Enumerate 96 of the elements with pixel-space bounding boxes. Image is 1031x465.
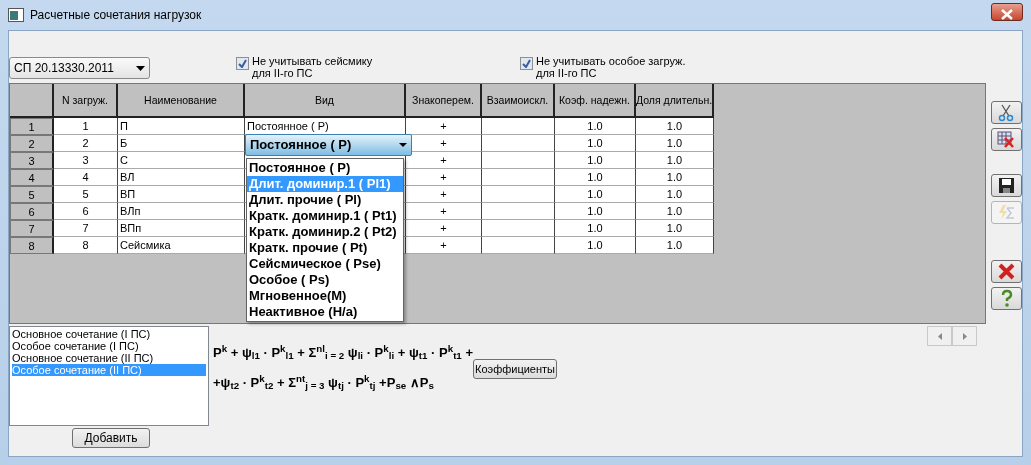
table-cell: 1.0 bbox=[555, 237, 636, 254]
dropdown-option[interactable]: Постоянное ( P) bbox=[247, 160, 403, 176]
column-header: Наименование bbox=[118, 84, 245, 118]
floppy-disk-button[interactable] bbox=[991, 174, 1022, 197]
dropdown-option[interactable]: Длит. прочие ( Pl) bbox=[247, 192, 403, 208]
window-title: Расчетные сочетания нагрузок bbox=[30, 7, 202, 24]
dropdown-option[interactable]: Особое ( Ps) bbox=[247, 272, 403, 288]
table-cell: 2 bbox=[54, 135, 118, 152]
list-item[interactable]: Основное сочетание (II ПС) bbox=[12, 352, 206, 364]
row-header[interactable]: 5 bbox=[10, 186, 54, 203]
left-arrow-icon bbox=[937, 332, 942, 340]
column-header: Доля длительн. bbox=[636, 84, 714, 118]
table-cell: 1 bbox=[54, 118, 118, 135]
checkbox[interactable] bbox=[520, 57, 533, 70]
table-cell: 1.0 bbox=[636, 237, 714, 254]
table-cell: С bbox=[118, 152, 245, 169]
table-cell: 4 bbox=[54, 169, 118, 186]
table-cell: 1.0 bbox=[555, 135, 636, 152]
window-icon bbox=[8, 8, 24, 22]
table-cell: Сейсмика bbox=[118, 237, 245, 254]
table-cell: ВЛп bbox=[118, 203, 245, 220]
formula-line: P$^{k}$ + ψ$_{l1}$ · P$^{k}$$_{l1}$ + Σ$^{nl}$$_{i = 2}$ ψ$_{li}$ · P$^{k}$$_{li}$ + ψ$_{t1}$ · P$^{k}$$_{t1}$ + bbox=[213, 342, 473, 364]
row-header[interactable]: 4 bbox=[10, 169, 54, 186]
dropdown-option[interactable]: Неактивное (Н/а) bbox=[247, 304, 403, 320]
close-button[interactable] bbox=[991, 260, 1022, 283]
table-cell: 1.0 bbox=[555, 186, 636, 203]
formula-line: +ψ$_{t2}$ · P$^{k}$$_{t2}$ + Σ$^{nt}$$_{j = 3}$ ψ$_{tj}$ · P$^{k}$$_{tj}$ +P$_{se}$ ∧P$_{s}$ bbox=[213, 372, 435, 394]
column-header: Знакоперем. bbox=[406, 84, 482, 118]
row-header[interactable]: 8 bbox=[10, 237, 54, 254]
row-header[interactable]: 1 bbox=[10, 118, 54, 135]
table-cell: 1.0 bbox=[636, 220, 714, 237]
table-cell: 8 bbox=[54, 237, 118, 254]
row-header[interactable]: 6 bbox=[10, 203, 54, 220]
add-button[interactable]: Добавить bbox=[72, 428, 150, 448]
table-delete-icon bbox=[997, 130, 1016, 149]
table-cell: 1.0 bbox=[636, 203, 714, 220]
standard-dropdown[interactable]: СП 20.13330.2011 bbox=[9, 57, 150, 79]
help-button[interactable] bbox=[991, 287, 1022, 310]
combination-list[interactable]: Основное сочетание (I ПС) Особое сочетание (I ПС) Основное сочетание (II ПС) Особое сочетание (II ПС) bbox=[9, 326, 209, 426]
table-cell: + bbox=[406, 220, 482, 237]
close-icon bbox=[997, 262, 1016, 281]
table-cell: + bbox=[406, 203, 482, 220]
table-cell: + bbox=[406, 237, 482, 254]
table-delete-button[interactable] bbox=[991, 128, 1022, 151]
caret-icon bbox=[399, 143, 407, 147]
table-cell: 1.0 bbox=[555, 118, 636, 135]
dropdown-option[interactable]: Кратк. доминир.2 ( Pt2) bbox=[247, 224, 403, 240]
column-header: Вид bbox=[245, 84, 406, 118]
table-cell: 1.0 bbox=[636, 152, 714, 169]
table-cell: 1.0 bbox=[636, 169, 714, 186]
table-cell: 3 bbox=[54, 152, 118, 169]
table-cell: 1.0 bbox=[555, 152, 636, 169]
column-header: Коэф. надежн. bbox=[555, 84, 636, 118]
table-cell: ВЛ bbox=[118, 169, 245, 186]
row-header[interactable]: 2 bbox=[10, 135, 54, 152]
table-cell: + bbox=[406, 118, 482, 135]
lightning-sigma-icon bbox=[997, 203, 1016, 222]
table-cell: ВПп bbox=[118, 220, 245, 237]
dropdown-option[interactable]: Сейсмическое ( Pse) bbox=[247, 256, 403, 272]
dropdown-option[interactable]: Кратк. доминир.1 ( Pt1) bbox=[247, 208, 403, 224]
table-cell: ВП bbox=[118, 186, 245, 203]
column-header: N загруж. bbox=[54, 84, 118, 118]
table-cell: 5 bbox=[54, 186, 118, 203]
coefficients-button[interactable]: Коэффициенты bbox=[473, 359, 557, 379]
scroll-right-button[interactable] bbox=[952, 326, 977, 346]
table-cell: П bbox=[118, 118, 245, 135]
list-item[interactable]: Особое сочетание (I ПС) bbox=[12, 340, 206, 352]
scissors-button[interactable] bbox=[991, 101, 1022, 124]
option-label: Не учитывать сейсмику для II-го ПС bbox=[252, 55, 374, 79]
table-cell: 1.0 bbox=[636, 186, 714, 203]
table-cell: + bbox=[406, 152, 482, 169]
close-button[interactable] bbox=[991, 3, 1023, 21]
list-item[interactable]: Основное сочетание (I ПС) bbox=[12, 328, 206, 340]
table-cell: 6 bbox=[54, 203, 118, 220]
table-cell: 1.0 bbox=[555, 220, 636, 237]
checkbox[interactable] bbox=[236, 57, 249, 70]
table-cell: 1.0 bbox=[555, 203, 636, 220]
row-header[interactable]: 7 bbox=[10, 220, 54, 237]
close-icon bbox=[1001, 8, 1013, 20]
table-cell: 1.0 bbox=[555, 169, 636, 186]
scissors-icon bbox=[997, 103, 1016, 122]
table-cell: 7 bbox=[54, 220, 118, 237]
table-cell: + bbox=[406, 186, 482, 203]
dropdown-option[interactable]: Кратк. прочие ( Pt) bbox=[247, 240, 403, 256]
scroll-left-button[interactable] bbox=[927, 326, 952, 346]
table-cell: 1.0 bbox=[636, 118, 714, 135]
row-header[interactable]: 3 bbox=[10, 152, 54, 169]
column-header: Взаимоискл. bbox=[482, 84, 555, 118]
type-dropdown[interactable]: Постоянное ( P) bbox=[245, 134, 412, 156]
table-cell: 1.0 bbox=[636, 135, 714, 152]
table-cell: Б bbox=[118, 135, 245, 152]
table-cell: + bbox=[406, 169, 482, 186]
caret-icon bbox=[136, 65, 145, 71]
right-arrow-icon bbox=[962, 332, 967, 340]
dropdown-option[interactable]: Мгновенное(М) bbox=[247, 288, 403, 304]
option-label: Не учитывать особое загруж. для II-го ПС bbox=[536, 55, 687, 79]
